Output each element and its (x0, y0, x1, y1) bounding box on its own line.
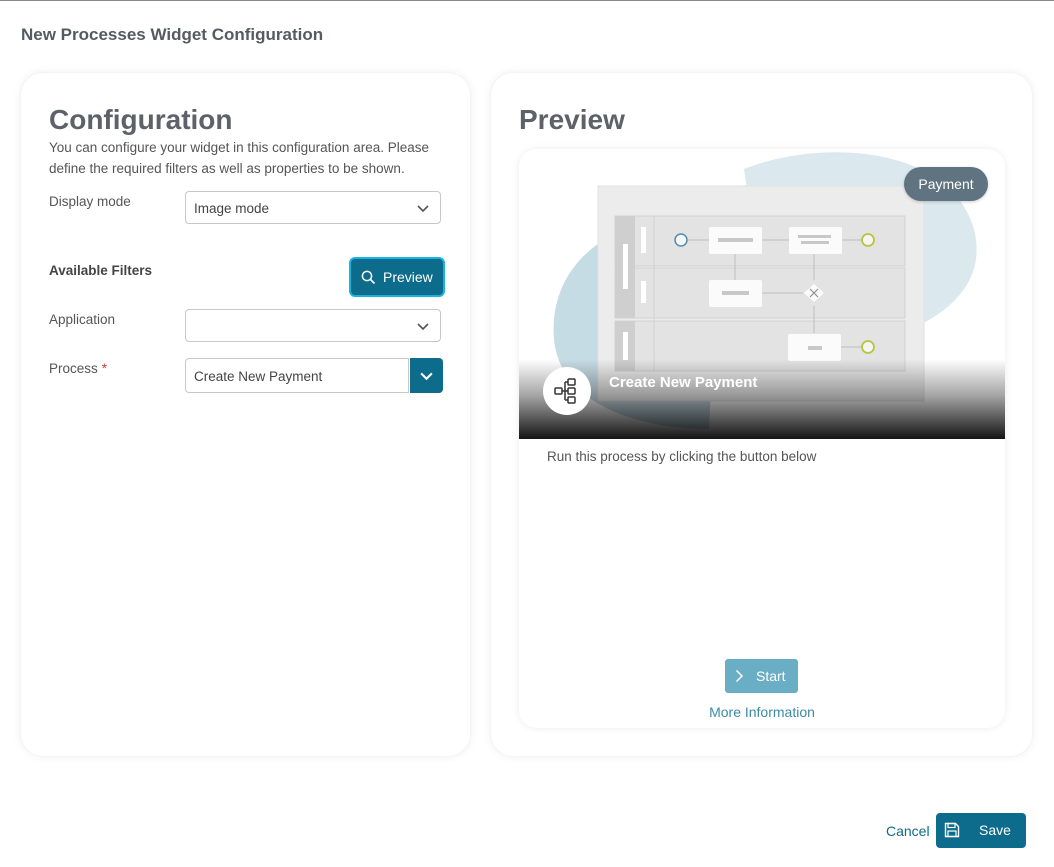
process-card-image: Payment Create New Payment (519, 149, 1005, 439)
configuration-heading: Configuration (49, 104, 233, 135)
process-label: Process * (49, 361, 107, 376)
preview-button[interactable]: Preview (349, 257, 445, 297)
process-icon-circle (543, 367, 591, 415)
required-marker: * (101, 361, 108, 376)
category-badge: Payment (904, 167, 988, 201)
preview-panel: Preview Payment Create New Payment Run t… (491, 73, 1032, 756)
configuration-panel: Configuration You can configure your wid… (21, 73, 470, 756)
image-gradient-overlay (519, 359, 1005, 439)
process-card-description: Run this process by clicking the button … (547, 449, 817, 464)
preview-heading: Preview (519, 104, 625, 135)
save-button-label: Save (979, 822, 1011, 838)
process-card-title: Create New Payment (609, 374, 758, 391)
process-value: Create New Payment (194, 369, 323, 384)
save-button[interactable]: Save (936, 813, 1026, 848)
more-information-link[interactable]: More Information (519, 704, 1005, 720)
preview-button-label: Preview (383, 269, 433, 285)
search-icon (361, 270, 376, 284)
available-filters-heading: Available Filters (49, 263, 153, 278)
process-card: Payment Create New Payment Run this proc… (519, 149, 1005, 728)
process-label-text: Process (49, 361, 98, 376)
dialog-title: New Processes Widget Configuration (21, 25, 324, 44)
start-button-label: Start (756, 668, 786, 684)
configuration-description: You can configure your widget in this co… (49, 140, 429, 176)
display-mode-label: Display mode (49, 194, 131, 209)
save-icon (944, 822, 960, 838)
process-icon (554, 378, 576, 404)
display-mode-value: Image mode (194, 201, 270, 216)
chevron-down-icon (420, 372, 433, 381)
application-select[interactable] (185, 309, 441, 342)
chevron-right-icon (735, 669, 744, 683)
display-mode-select[interactable]: Image mode (185, 191, 441, 224)
process-select[interactable]: Create New Payment (185, 358, 409, 393)
cancel-button[interactable]: Cancel (886, 823, 930, 839)
application-label: Application (49, 312, 116, 327)
chevron-down-icon (417, 205, 429, 213)
chevron-down-icon (417, 323, 429, 331)
start-button[interactable]: Start (725, 659, 798, 693)
process-dropdown-button[interactable] (410, 358, 443, 393)
